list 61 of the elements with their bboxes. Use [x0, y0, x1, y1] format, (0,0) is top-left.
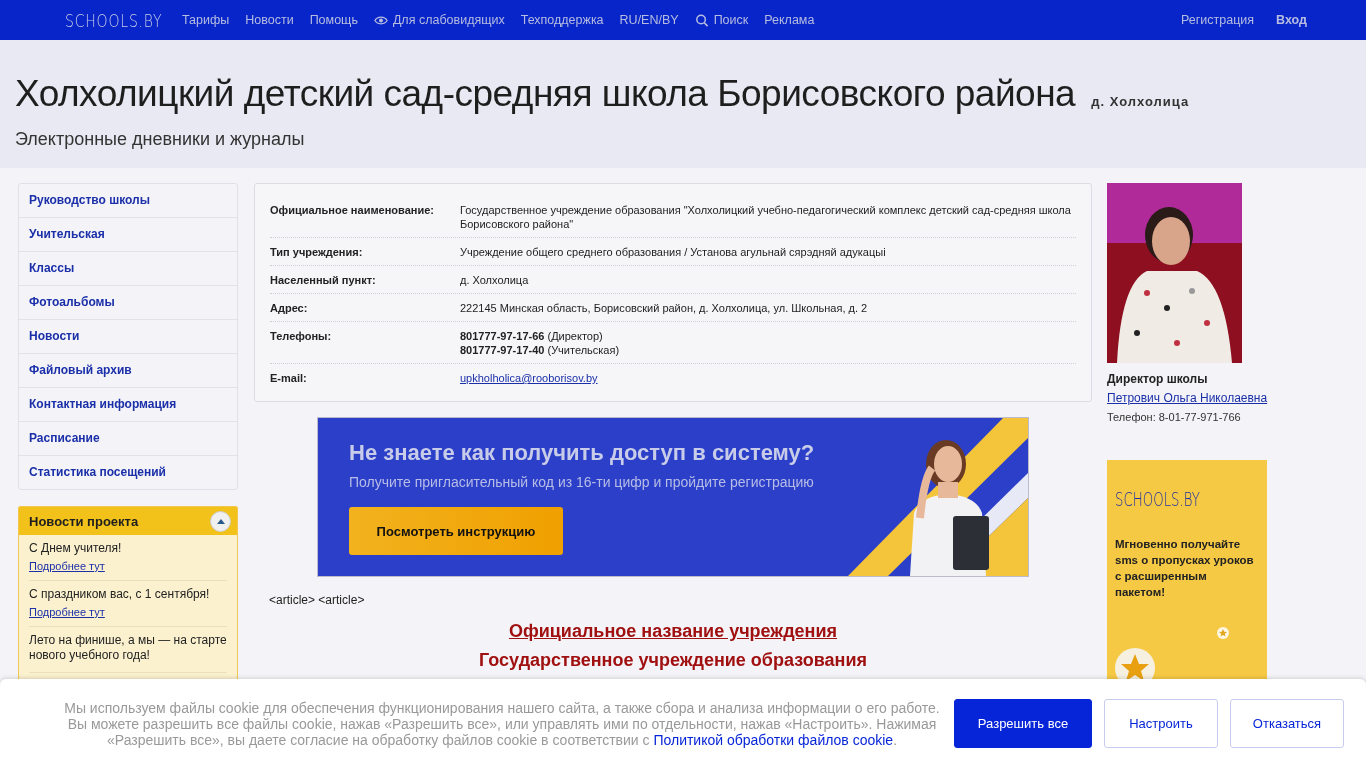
field-value: Учреждение общего среднего образования / Установа агульнай сярэдняй адукацыі: [460, 245, 887, 259]
article-text: <article> <article>: [269, 593, 365, 607]
star-icon: [1216, 626, 1230, 640]
allow-all-button[interactable]: Разрешить все: [954, 699, 1092, 748]
school-title: Холхолицкий детский сад-средняя школа Борисовского района: [15, 72, 1076, 116]
nav-link[interactable]: Техподдержка: [520, 13, 604, 27]
more-link[interactable]: Подробнее тут: [29, 606, 105, 618]
menu-item[interactable]: Расписание: [19, 422, 237, 456]
site-logo[interactable]: SCHOOLS.BY: [65, 9, 163, 31]
banner-subtitle: Получите пригласительный код из 16-ти цифр и пройдите регистрацию: [349, 474, 814, 490]
collapse-button[interactable]: [210, 510, 231, 532]
panel-title: Новости проекта: [29, 513, 139, 529]
field-label: Тип учреждения:: [270, 245, 364, 259]
menu-item[interactable]: Новости: [19, 320, 237, 354]
menu-item[interactable]: Руководство школы: [19, 184, 237, 218]
director-role: Директор школы: [1107, 372, 1209, 386]
menu-item[interactable]: Классы: [19, 252, 237, 286]
field-label: Населенный пункт:: [270, 273, 377, 287]
menu-item[interactable]: Фотоальбомы: [19, 286, 237, 320]
menu-item[interactable]: Статистика посещений: [19, 456, 237, 489]
field-value: Государственное учреждение образования "Холхолицкий учебно-педагогический комплекс детский сад-средняя школа Борисовского района": [460, 203, 1072, 231]
field-label: Телефоны:: [270, 329, 333, 344]
search-icon: [694, 13, 709, 27]
more-link[interactable]: Подробнее тут: [29, 560, 105, 572]
banner-heading: Не знаете как получить доступ в систему?: [349, 440, 815, 466]
instruction-button[interactable]: Посмотреть инструкцию: [349, 507, 563, 555]
nav-link[interactable]: Реклама: [764, 13, 815, 27]
nav-link[interactable]: Поиск: [694, 13, 749, 27]
account-link[interactable]: Вход: [1276, 13, 1307, 27]
news-text: С Днем учителя!: [29, 541, 123, 556]
nav-link[interactable]: Тарифы: [182, 13, 230, 27]
field-label: Официальное наименование:: [270, 203, 435, 218]
field-label: Адрес:: [270, 301, 309, 315]
menu-item[interactable]: Файловый архив: [19, 354, 237, 388]
article-heading-link[interactable]: Официальное название учреждения: [508, 621, 837, 642]
site-subtitle: Электронные дневники и журналы: [15, 129, 306, 150]
cookie-button[interactable]: Настроить: [1104, 699, 1218, 748]
phone-number: 801777-97-17-40 (Учительская): [460, 343, 621, 357]
nav-link[interactable]: Помощь: [309, 13, 358, 27]
account-link[interactable]: Регистрация: [1181, 13, 1255, 27]
locality-label: д. Холхолица: [1091, 94, 1190, 109]
nav-link[interactable]: RU/EN/BY: [619, 13, 679, 27]
nav-link[interactable]: Для слабовидящих: [373, 13, 505, 27]
article-subheading: Государственное учреждение образования: [479, 650, 867, 671]
ad-text: Мгновенно получайте sms о пропусках уроков с расширенным пакетом!: [1115, 537, 1255, 600]
field-value: 222145 Минская область, Борисовский район, д. Холхолица, ул. Школьная, д. 2: [460, 301, 869, 315]
menu-item[interactable]: Учительская: [19, 218, 237, 252]
cookie-notice: Мы используем файлы cookie для обеспечения функционирования нашего сайта, а также сбора и анализа информации о его работе. Вы можете разрешить все файлы cookie, нажав «Разрешить все», или управлять ими по отдельности, нажав «Настроить». Нажимая «Разрешить все», вы даете согласие на обработку файлов cookie в соответствии с Политикой обработки файлов cookie.: [63, 699, 941, 748]
nav-link[interactable]: Новости: [245, 13, 294, 27]
policy-link[interactable]: Политикой обработки файлов cookie: [653, 731, 894, 748]
menu-item[interactable]: Контактная информация: [19, 388, 237, 422]
field-label: E-mail:: [270, 371, 308, 385]
director-phone: Телефон: 8-01-77-971-766: [1107, 411, 1242, 423]
cookie-button[interactable]: Отказаться: [1230, 699, 1344, 748]
news-text: Лето на финише, а мы — на старте нового учебного года!: [29, 633, 227, 663]
field-value: д. Холхолица: [460, 273, 530, 287]
ad-logo: SCHOOLS.BY: [1115, 488, 1200, 510]
email-link[interactable]: upkholholica@rooborisov.by: [460, 372, 598, 384]
director-name-link[interactable]: Петрович Ольга Николаевна: [1107, 391, 1268, 405]
news-text: С праздником вас, с 1 сентября!: [29, 587, 211, 602]
phone-number: 801777-97-17-66 (Директор): [460, 329, 604, 343]
